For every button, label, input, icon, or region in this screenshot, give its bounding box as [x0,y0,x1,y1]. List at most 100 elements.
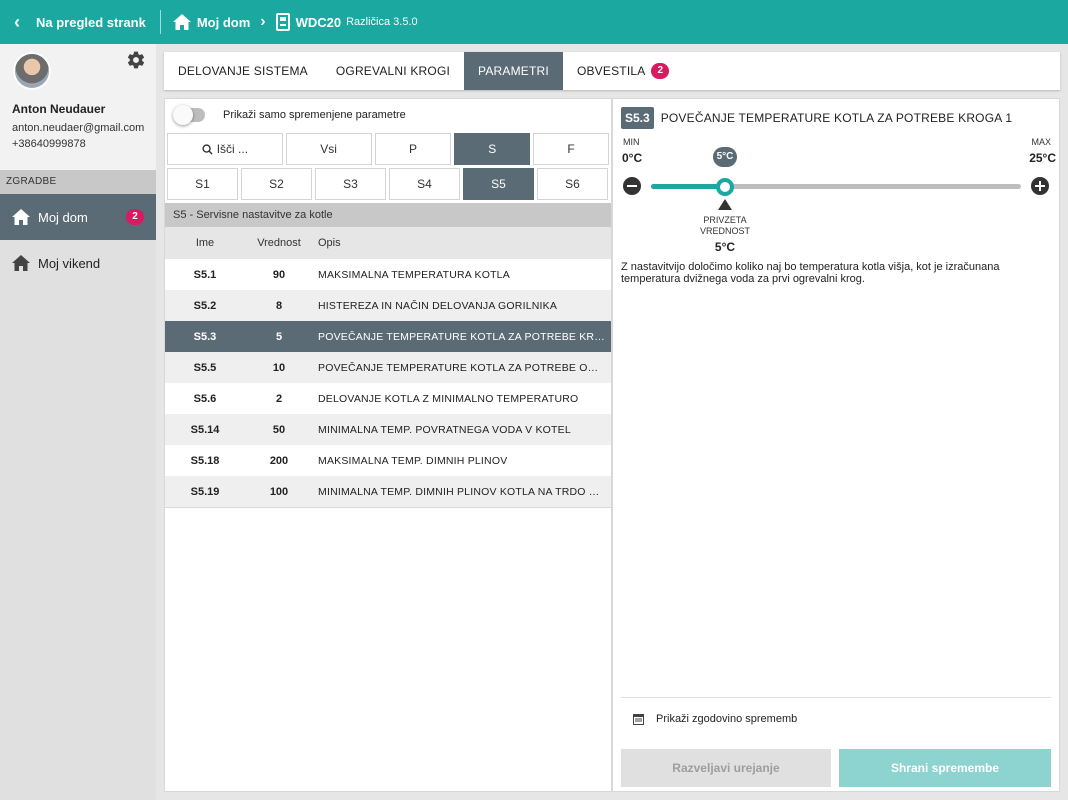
table-row[interactable]: S5.5 10 POVEČANJE TEMPERATURE KOTLA ZA POT… [165,352,611,383]
notification-badge: 2 [126,209,144,225]
show-history-link[interactable]: Prikaži zgodovino sprememb [633,713,797,725]
filter-vsi[interactable]: Vsi [285,133,372,165]
filter-s5[interactable]: S5 [463,168,534,200]
min-value: 0°C [622,151,643,165]
changed-only-toggle-row: Prikaži samo spremenjene parametre [165,99,611,131]
row-value: 2 [275,392,283,405]
max-value: 25°C [1029,151,1056,165]
breadcrumb-home[interactable]: Moj dom [172,14,251,30]
row-value: 90 [272,268,286,281]
row-name: S5.19 [190,485,220,498]
avatar [13,52,51,90]
user-phone: +38640999878 [12,138,86,150]
filter-s3[interactable]: S3 [315,168,386,200]
row-desc: MINIMALNA TEMP. POVRATNEGA VODA V KOTEL [318,423,571,436]
topbar-separator [159,10,161,34]
tab-delovanje-sistema[interactable]: DELOVANJE SISTEMA [164,52,322,90]
filter-row-subgroups: S1 S2 S3 S4 S5 S6 [165,168,611,200]
column-header-desc: Opis [318,237,341,249]
row-name: S5.3 [193,330,217,343]
max-label: MAX [1031,137,1051,147]
row-name: S5.5 [193,361,217,374]
filter-p[interactable]: P [374,133,452,165]
table-row[interactable]: S5.2 8 HISTEREZA IN NAČIN DELOVANJA GORILN… [165,290,611,321]
row-desc: POVEČANJE TEMPERATURE KOTLA ZA POTREBE K… [318,330,611,343]
search-icon [202,143,213,155]
filter-s6[interactable]: S6 [537,168,608,200]
main-tabs: DELOVANJE SISTEMA OGREVALNI KROGI PARAME… [164,52,1060,90]
default-value-marker [718,199,732,210]
row-value: 10 [272,361,286,374]
min-label: MIN [623,137,640,147]
changed-only-toggle[interactable] [173,105,205,125]
filter-s2[interactable]: S2 [241,168,312,200]
cancel-button[interactable]: Razveljavi urejanje [621,749,831,787]
breadcrumb-device[interactable]: WDC20 Različica 3.5.0 [275,13,418,31]
table-row[interactable]: S5.19 100 MINIMALNA TEMP. DIMNIH PLINOV KO… [165,476,611,507]
row-name: S5.6 [193,392,217,405]
filter-row-groups: Išči ... Vsi P S F [165,133,611,165]
toggle-label: Prikaži samo spremenjene parametre [223,109,406,121]
breadcrumb-device-label: WDC20 [295,14,342,30]
buildings-section-label: ZGRADBE [0,170,156,194]
sidebar-item-moj-vikend[interactable]: Moj vikend [0,240,156,286]
row-desc: MAKSIMALNA TEMP. DIMNIH PLINOV [318,454,508,467]
notification-badge: 2 [651,63,670,79]
row-value: 8 [275,299,283,312]
value-slider-area: MIN 0°C MAX 25°C 5°C PRIVZETA VREDNOST 5… [613,97,1059,254]
divider [621,697,1051,698]
back-label: Na pregled strank [36,14,146,30]
save-button[interactable]: Shrani spremembe [839,749,1051,787]
filter-s4[interactable]: S4 [389,168,460,200]
increase-button[interactable] [1031,177,1049,195]
breadcrumb-home-label: Moj dom [196,14,251,30]
row-desc: MINIMALNA TEMP. DIMNIH PLINOV KOTLA NA T… [318,485,611,498]
user-name: Anton Neudauer [12,102,106,116]
home-icon [12,255,30,271]
filter-s[interactable]: S [454,133,531,165]
filter-s1[interactable]: S1 [167,168,238,200]
sidebar-item-moj-dom[interactable]: Moj dom 2 [0,194,156,240]
tab-label: OBVESTILA [576,64,646,78]
row-name: S5.1 [193,268,217,281]
default-value-label: PRIVZETA VREDNOST [699,215,750,236]
default-value: 5°C [714,240,736,254]
row-desc: DELOVANJE KOTLA Z MINIMALNO TEMPERATURO [318,392,579,405]
gear-icon[interactable] [126,50,146,70]
column-header-value: Vrednost [257,237,301,249]
tab-ogrevalni-krogi[interactable]: OGREVALNI KROGI [322,52,464,90]
row-value: 50 [272,423,286,436]
sidebar: Anton Neudauer anton.neudaer@gmail.com +… [0,44,156,800]
tab-parametri[interactable]: PARAMETRI [464,52,563,90]
table-row[interactable]: S5.18 200 MAKSIMALNA TEMP. DIMNIH PLINOV [165,445,611,476]
filter-f[interactable]: F [533,133,610,165]
parameters-list-panel: Prikaži samo spremenjene parametre Išči … [164,98,612,792]
back-button[interactable]: ‹ Na pregled strank [0,0,146,44]
user-profile: Anton Neudauer anton.neudaer@gmail.com +… [0,44,156,170]
tab-obvestila[interactable]: OBVESTILA 2 [563,52,684,90]
search-button[interactable]: Išči ... [167,133,283,165]
sidebar-item-label: Moj dom [38,209,88,225]
home-icon [172,14,191,30]
user-email: anton.neudaer@gmail.com [12,122,145,134]
table-row[interactable]: S5.1 90 MAKSIMALNA TEMPERATURA KOTLA [165,259,611,290]
table-row-selected[interactable]: S5.3 5 POVEČANJE TEMPERATURE KOTLA ZA POTR… [165,321,611,352]
row-desc: POVEČANJE TEMPERATURE KOTLA ZA POTREBE O… [318,361,611,374]
table-row[interactable]: S5.6 2 DELOVANJE KOTLA Z MINIMALNO TEMPERA… [165,383,611,414]
row-desc: MAKSIMALNA TEMPERATURA KOTLA [318,268,510,281]
row-name: S5.18 [190,454,220,467]
slider-track[interactable] [651,184,1021,189]
table-row[interactable]: S5.14 50 MINIMALNA TEMP. POVRATNEGA VODA V… [165,414,611,445]
slider-thumb[interactable] [716,178,734,196]
version-label: Različica 3.5.0 [346,16,418,28]
table-body: S5.1 90 MAKSIMALNA TEMPERATURA KOTLA S5.2 8… [165,259,611,508]
decrease-button[interactable] [623,177,641,195]
chevron-right-icon: › [260,13,266,30]
device-icon [275,13,290,31]
home-icon [12,209,30,225]
calendar-icon [633,714,644,725]
row-name: S5.2 [193,299,217,312]
row-name: S5.14 [190,423,220,436]
row-value: 200 [269,454,289,467]
current-value-bubble: 5°C [713,147,737,167]
